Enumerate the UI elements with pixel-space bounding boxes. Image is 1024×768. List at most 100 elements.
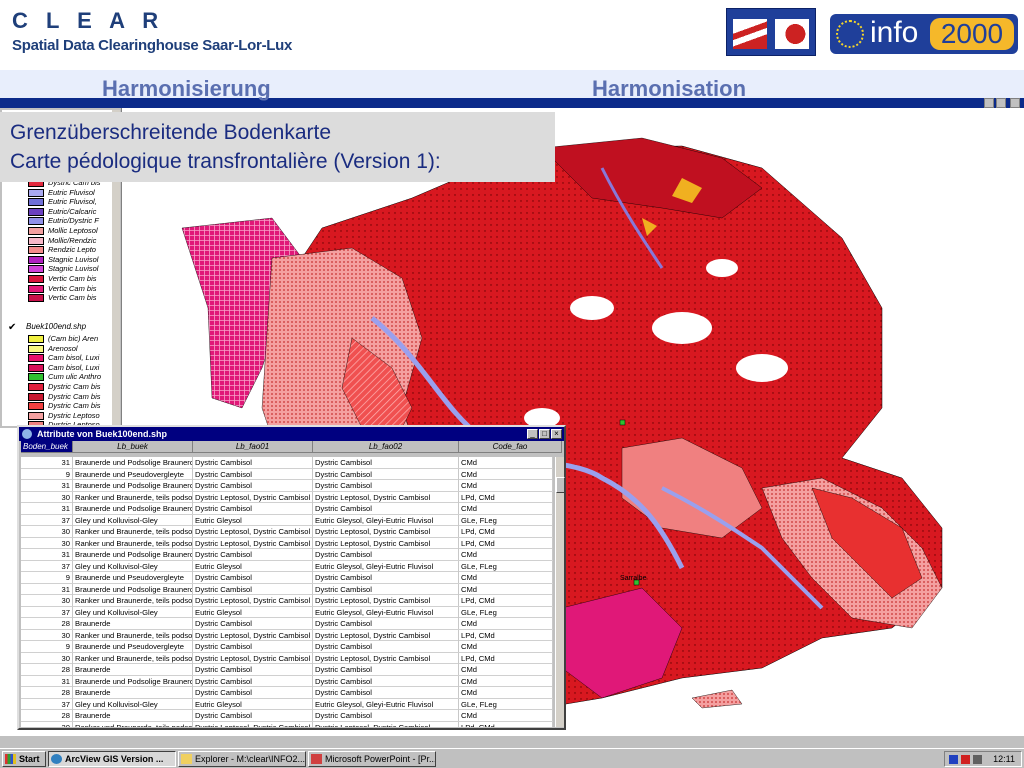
table-row[interactable]: 31 Braunerde und Podsolige Braunerde Dystr…	[21, 480, 553, 492]
table-body[interactable]: 31 Braunerde und Podsolige Braunerde Dystr…	[21, 457, 553, 727]
legend-item[interactable]: Arenosol	[28, 344, 112, 354]
table-row[interactable]: 31 Braunerde und Podsolige Braunerde Dystr…	[21, 549, 553, 561]
table-row[interactable]: 30 Ranker und Braunerde, teils podsolig Dy…	[21, 629, 553, 641]
folder-icon	[181, 754, 192, 764]
table-row[interactable]: 28 Braunerde Dystric Cambisol Dystric Cambi…	[21, 618, 553, 630]
close-button[interactable]	[1010, 98, 1020, 108]
table-cell: 37	[21, 606, 73, 618]
legend-item[interactable]: Dystric Leptoso	[28, 411, 112, 421]
theme-visible-checkbox[interactable]: ✔	[8, 322, 16, 333]
table-row[interactable]: 28 Braunerde Dystric Cambisol Dystric Cambi…	[21, 664, 553, 676]
table-row[interactable]: 9 Braunerde und Pseudovergleyte Dystric Ca…	[21, 572, 553, 584]
legend-item-label: Eutric Fluvisol,	[48, 197, 97, 207]
legend-item[interactable]: Eutric/Dystric F	[28, 216, 112, 226]
table-row[interactable]: 31 Braunerde und Podsolige Braunerde Dystr…	[21, 583, 553, 595]
table-row[interactable]: 28 Braunerde Dystric Cambisol Dystric Cambi…	[21, 687, 553, 699]
legend-item[interactable]: (Cam bic) Aren	[28, 334, 112, 344]
table-cell: Dystric Cambisol	[313, 572, 459, 583]
table-cell: Dystric Cambisol	[193, 503, 313, 514]
table-row[interactable]: 31 Braunerde und Podsolige Braunerde Dystr…	[21, 675, 553, 687]
table-row[interactable]: 31 Braunerde und Podsolige Braunerde Dystr…	[21, 457, 553, 469]
table-cell: 31	[21, 480, 73, 491]
attribute-table-titlebar[interactable]: Attribute von Buek100end.shp	[19, 427, 564, 441]
table-cell: Dystric Cambisol	[193, 675, 313, 687]
table-row[interactable]: 30 Ranker und Braunerde, teils podsolig Dy…	[21, 652, 553, 664]
table-cell: Braunerde und Podsolige Braunerde	[75, 549, 193, 560]
task-powerpoint[interactable]: Microsoft PowerPoint - [Pr...	[308, 751, 436, 767]
column-header[interactable]: Lb_fao02	[313, 441, 459, 453]
table-row[interactable]: 28 Braunerde Dystric Cambisol Dystric Cambi…	[21, 710, 553, 722]
map-gap	[652, 312, 712, 344]
table-row[interactable]: 30 Ranker und Braunerde, teils podsolig Dy…	[21, 537, 553, 549]
legend-item[interactable]: Dystric Cam bis	[28, 382, 112, 392]
task-arcview[interactable]: ArcView GIS Version ...	[48, 751, 176, 767]
network-icon[interactable]	[949, 755, 958, 764]
map-gap	[706, 259, 738, 277]
legend-item[interactable]: Mollic/Rendzic	[28, 236, 112, 246]
legend-item[interactable]: Dystric Cam bis	[28, 401, 112, 411]
table-row[interactable]: 9 Braunerde und Pseudovergleyte Dystric Ca…	[21, 468, 553, 480]
legend-item[interactable]: Eutric Fluvisol	[28, 188, 112, 198]
clock: 12:11	[993, 754, 1015, 764]
start-button[interactable]: Start	[2, 751, 46, 767]
table-row[interactable]: 30 Ranker und Braunerde, teils podsolig Dy…	[21, 595, 553, 607]
column-header[interactable]: Boden_buek	[21, 441, 73, 453]
table-cell: CMd	[459, 641, 553, 652]
table-icon	[22, 429, 32, 439]
legend-item[interactable]: Stagnic Luvisol	[28, 264, 112, 274]
table-cell: Dystric Cambisol	[193, 641, 313, 652]
table-row[interactable]: 37 Gley und Kolluvisol-Gley Eutric Gleysol…	[21, 698, 553, 710]
table-row[interactable]: 9 Braunerde und Pseudovergleyte Dystric Ca…	[21, 641, 553, 653]
maximize-button[interactable]: □	[539, 429, 550, 439]
table-cell: Dystric Cambisol	[313, 675, 459, 687]
legend-item-label: (Cam bic) Aren	[48, 334, 99, 343]
table-row[interactable]: 30 Ranker und Braunerde, teils podsolig Dy…	[21, 721, 553, 727]
norton-icon[interactable]	[961, 755, 970, 764]
legend-item-label: Dystric Leptoso	[48, 410, 100, 420]
table-row[interactable]: 31 Braunerde und Podsolige Braunerde Dystr…	[21, 503, 553, 515]
legend-item[interactable]: Cam bisol, Luxi	[28, 363, 112, 373]
maximize-button[interactable]	[996, 98, 1006, 108]
table-row[interactable]: 30 Ranker und Braunerde, teils podsolig Dy…	[21, 491, 553, 503]
table-row[interactable]: 37 Gley und Kolluvisol-Gley Eutric Gleysol…	[21, 560, 553, 572]
close-button[interactable]: ×	[551, 429, 562, 439]
legend-item[interactable]: Mollic Leptosol	[28, 226, 112, 236]
minimize-button[interactable]: _	[527, 429, 538, 439]
table-cell: Dystric Leptosol, Dystric Cambisol	[313, 537, 459, 549]
column-header[interactable]: Lb_fao01	[193, 441, 313, 453]
legend-item[interactable]: Vertic Cam bis	[28, 284, 112, 294]
table-row[interactable]: 37 Gley und Kolluvisol-Gley Eutric Gleysol…	[21, 606, 553, 618]
column-header[interactable]: Lb_buek	[73, 441, 193, 453]
legend-swatch	[28, 246, 44, 255]
task-explorer[interactable]: Explorer - M:\clear\INFO2...	[178, 751, 306, 767]
legend-theme-name[interactable]: Buek100end.shp	[26, 322, 86, 331]
table-cell: Braunerde und Pseudovergleyte	[73, 468, 193, 480]
table-cell: Eutric Gleysol, Gleyi-Eutric Fluvisol	[313, 698, 459, 710]
table-cell: Ranker und Braunerde, teils podsolig	[75, 629, 193, 641]
legend-item[interactable]: Vertic Cam bis	[28, 274, 112, 284]
legend-item[interactable]: Stagnic Luvisol	[28, 255, 112, 265]
legend-item[interactable]: Cum ulic Anthro	[28, 372, 112, 382]
printer-icon[interactable]	[973, 755, 982, 764]
table-row[interactable]: 30 Ranker und Braunerde, teils podsolig Dy…	[21, 526, 553, 538]
table-cell: 28	[21, 687, 73, 698]
legend-item[interactable]: Eutric Fluvisol,	[28, 197, 112, 207]
legend-item[interactable]: Eutric/Calcaric	[28, 207, 112, 217]
table-row[interactable]: 37 Gley und Kolluvisol-Gley Eutric Gleysol…	[21, 514, 553, 526]
attribute-table-window[interactable]: Attribute von Buek100end.shp _ □ × Boden…	[17, 425, 566, 730]
table-cell: Ranker und Braunerde, teils podsolig	[75, 652, 193, 664]
table-cell: Braunerde und Podsolige Braunerde	[75, 583, 193, 595]
legend-swatch	[28, 198, 44, 207]
legend-item[interactable]: Vertic Cam bis	[28, 293, 112, 303]
legend-swatch	[28, 335, 44, 343]
table-cell: Dystric Leptosol, Dystric Cambisol	[193, 537, 313, 549]
legend-item[interactable]: Dystric Cam bis	[28, 392, 112, 402]
column-header[interactable]: Code_fao	[459, 441, 562, 453]
legend-item[interactable]: Cam bisol, Luxi	[28, 353, 112, 363]
scroll-thumb[interactable]	[556, 477, 565, 493]
table-cell: Gley und Kolluvisol-Gley	[73, 606, 193, 618]
attribute-table-title: Attribute von Buek100end.shp	[37, 429, 168, 439]
minimize-button[interactable]	[984, 98, 994, 108]
table-scrollbar[interactable]	[555, 457, 565, 727]
legend-item[interactable]: Rendzic Lepto	[28, 245, 112, 255]
